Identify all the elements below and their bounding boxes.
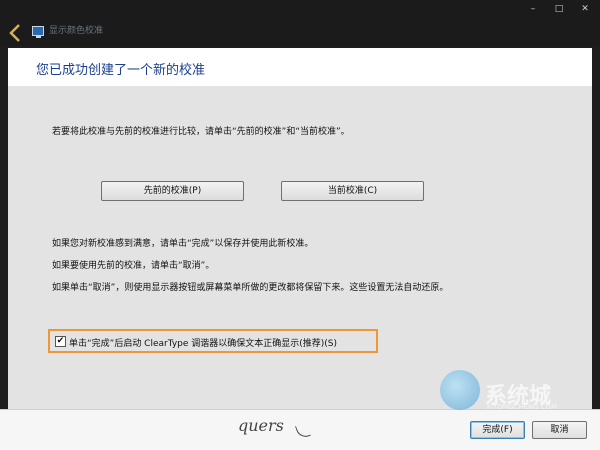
cleartype-checkbox-row[interactable]: ✔ 单击“完成”后启动 ClearType 调谐器以确保文本正确显示(推荐)(S… bbox=[48, 329, 378, 353]
finish-button[interactable]: 完成(F) bbox=[470, 421, 525, 439]
display-monitor-icon bbox=[32, 26, 44, 38]
title-bar: – □ ✕ 显示颜色校准 bbox=[0, 0, 600, 46]
minimize-button[interactable]: – bbox=[524, 3, 542, 15]
main-content: 若要将此校准与先前的校准进行比较，请单击“先前的校准”和“当前校准”。 先前的校… bbox=[8, 86, 592, 409]
intro-text: 若要将此校准与先前的校准进行比较，请单击“先前的校准”和“当前校准”。 bbox=[52, 127, 350, 137]
cleartype-checkbox[interactable]: ✔ bbox=[55, 336, 66, 347]
back-button[interactable] bbox=[9, 24, 25, 42]
page-title: 您已成功创建了一个新的校准 bbox=[36, 63, 206, 78]
chevron-left-icon bbox=[9, 24, 20, 42]
instruction-line: 如果您对新校准感到满意，请单击“完成”以保存并使用此新校准。 bbox=[52, 239, 314, 249]
close-button[interactable]: ✕ bbox=[576, 3, 594, 15]
window-title: 显示颜色校准 bbox=[49, 26, 104, 36]
page-header: 您已成功创建了一个新的校准 bbox=[8, 48, 592, 86]
cleartype-checkbox-label[interactable]: 单击“完成”后启动 ClearType 调谐器以确保文本正确显示(推荐)(S) bbox=[69, 336, 337, 349]
signature-flourish bbox=[294, 422, 312, 440]
window-controls: – □ ✕ bbox=[524, 3, 594, 15]
signature-logo: quers bbox=[238, 416, 284, 435]
current-calibration-button[interactable]: 当前校准(C) bbox=[281, 181, 424, 201]
maximize-button[interactable]: □ bbox=[550, 3, 568, 15]
instruction-line: 如果单击“取消”，则使用显示器按钮或屏幕菜单所做的更改都将保留下来。这些设置无法… bbox=[52, 283, 449, 293]
instruction-line: 如果要使用先前的校准，请单击“取消”。 bbox=[52, 261, 215, 271]
cancel-button[interactable]: 取消 bbox=[532, 421, 587, 439]
watermark-logo-icon bbox=[440, 370, 480, 410]
footer-bar: quers 完成(F) 取消 bbox=[0, 409, 600, 450]
previous-calibration-button[interactable]: 先前的校准(P) bbox=[101, 181, 244, 201]
watermark-subtext: XITONGCHENG.COM bbox=[486, 403, 558, 411]
